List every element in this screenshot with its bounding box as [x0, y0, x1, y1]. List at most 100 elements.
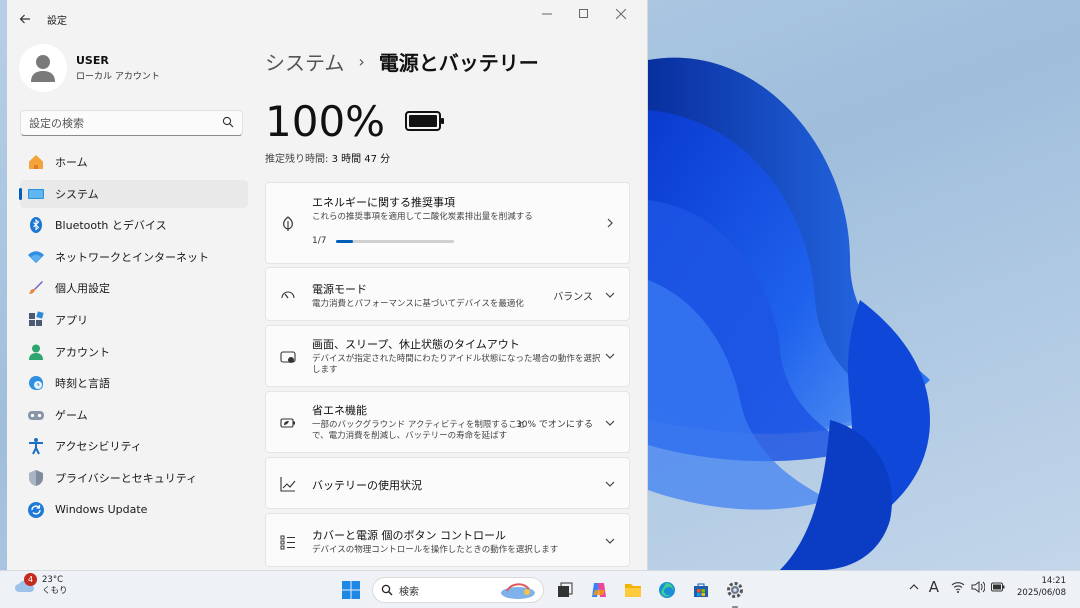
chevron-down-icon [605, 481, 615, 487]
maximize-icon [578, 9, 588, 18]
battery-usage-card[interactable]: バッテリーの使用状況 [265, 457, 630, 509]
chevron-down-icon [605, 292, 615, 298]
minimize-button[interactable] [528, 4, 565, 24]
taskbar-search-placeholder: 検索 [399, 586, 419, 598]
sidebar-item-label: Windows Update [55, 503, 148, 517]
app-title: 設定 [47, 15, 67, 27]
bluetooth-icon [30, 217, 42, 234]
card-description: デバイスの物理コントロールを操作したときの動作を選択します [312, 545, 559, 555]
volume-button[interactable] [971, 581, 985, 594]
store-button[interactable] [686, 575, 716, 605]
energy-saver-card[interactable]: 省エネ機能 一部のバックグラウンド アクティビティを制限することで、電力消費を削… [265, 391, 630, 453]
minimize-icon [541, 13, 552, 15]
back-arrow-icon [19, 14, 30, 24]
progress-fill [336, 239, 353, 243]
settings-window: 設定 USER ローカル アカウント ホーム [7, 0, 648, 570]
sidebar-item-personalization[interactable]: 個人用設定 [20, 274, 248, 302]
chart-line-icon [280, 477, 296, 492]
sidebar-item-privacy-security[interactable]: プライバシーとセキュリティ [20, 464, 248, 492]
sidebar-item-apps[interactable]: アプリ [20, 306, 248, 334]
sidebar-item-system[interactable]: システム [19, 179, 248, 208]
clock-date: 2025/06/08 [1017, 588, 1066, 599]
sidebar-item-accessibility[interactable]: アクセシビリティ [20, 432, 248, 460]
remaining-value: 3 時間 47 分 [331, 154, 391, 165]
settings-search-input[interactable] [21, 111, 211, 135]
breadcrumb-separator: › [358, 51, 365, 71]
energy-recommendations-card[interactable]: エネルギーに関する推奨事項 これらの推奨事項を適用して二酸化炭素排出量を削減する… [265, 182, 630, 264]
back-button[interactable] [7, 0, 43, 38]
user-account-type: ローカル アカウント [76, 72, 160, 82]
card-title: 電源モード [312, 283, 367, 296]
gear-icon [727, 582, 743, 598]
task-view-button[interactable] [550, 575, 580, 605]
screen-sleep-timeout-card[interactable]: 画面、スリープ、休止状態のタイムアウト デバイスが指定された時間にわたりアイドル… [265, 325, 630, 387]
edge-browser-button[interactable] [652, 575, 682, 605]
sidebar-item-label: アプリ [55, 313, 88, 327]
sidebar-item-gaming[interactable]: ゲーム [20, 401, 248, 429]
sidebar-item-network[interactable]: ネットワークとインターネット [20, 243, 248, 271]
chevron-down-icon [605, 420, 615, 426]
start-button[interactable] [336, 575, 366, 605]
window-controls [528, 4, 639, 24]
battery-status-button[interactable] [991, 582, 1005, 592]
energy-saver-threshold-dropdown[interactable]: 30% でオンにする [516, 417, 593, 430]
taskbar-search[interactable]: 検索 [372, 577, 544, 603]
copilot-button[interactable] [584, 575, 614, 605]
user-icon [31, 55, 55, 82]
nav-list: ホーム システム Bluetooth とデバイス ネットワークとインターネット … [7, 148, 255, 524]
breadcrumb-parent[interactable]: システム [265, 47, 344, 76]
clock[interactable]: 14:21 2025/06/08 [1017, 575, 1066, 600]
windows-logo-icon [342, 581, 360, 599]
close-button[interactable] [602, 4, 639, 24]
card-title: 画面、スリープ、休止状態のタイムアウト [312, 338, 520, 351]
remaining-time: 推定残り時間: 3 時間 47 分 [265, 150, 630, 165]
close-icon [615, 9, 626, 19]
card-description: 電力消費とパフォーマンスに基づいてデバイスを最適化 [312, 299, 524, 309]
sidebar-item-home[interactable]: ホーム [20, 148, 248, 176]
sidebar-item-label: アカウント [55, 345, 110, 359]
user-profile[interactable]: USER ローカル アカウント [7, 38, 255, 98]
card-description: デバイスが指定された時間にわたりアイドル状態になった場合の動作を選択します [312, 354, 601, 376]
weather-condition: くもり [42, 586, 68, 597]
maximize-button[interactable] [565, 4, 602, 24]
ime-indicator[interactable]: A [929, 578, 939, 596]
taskbar: 4 23°C くもり 検索 A 14:21 2025/06/08 [0, 570, 1080, 608]
sidebar-item-bluetooth[interactable]: Bluetooth とデバイス [20, 211, 248, 239]
system-icon [28, 188, 44, 199]
power-mode-card[interactable]: 電源モード 電力消費とパフォーマンスに基づいてデバイスを最適化 バランス [265, 267, 630, 321]
weather-widget[interactable]: 4 23°C くもり [14, 573, 68, 597]
brush-icon [29, 281, 43, 295]
card-description: これらの推奨事項を適用して二酸化炭素排出量を削減する [312, 212, 533, 222]
sidebar-item-time-language[interactable]: 時刻と言語 [20, 369, 248, 397]
sidebar-item-accounts[interactable]: アカウント [20, 338, 248, 366]
settings-app-button[interactable] [720, 575, 750, 608]
update-icon [28, 501, 44, 518]
folder-icon [625, 584, 641, 597]
power-mode-dropdown[interactable]: バランス [553, 288, 593, 303]
main-content: システム › 電源とバッテリー 100% 推定残り時間: 3 時間 47 分 エ… [265, 38, 630, 570]
file-explorer-button[interactable] [618, 575, 648, 605]
show-hidden-icons-button[interactable] [909, 582, 919, 592]
sidebar-item-label: ネットワークとインターネット [55, 250, 209, 264]
battery-saver-icon [280, 418, 295, 428]
sidebar-item-windows-update[interactable]: Windows Update [20, 496, 248, 524]
battery-percent: 100% [265, 96, 386, 146]
sidebar-item-label: アクセシビリティ [55, 440, 142, 454]
progress-label: 1/7 [312, 236, 327, 247]
chevron-right-icon [607, 218, 613, 228]
card-title: バッテリーの使用状況 [312, 479, 422, 492]
sidebar-item-label: 時刻と言語 [55, 377, 110, 391]
leaf-icon [283, 216, 293, 231]
lid-power-button-card[interactable]: カバーと電源 個のボタン コントロール デバイスの物理コントロールを操作したとき… [265, 513, 630, 567]
sidebar-item-label: プライバシーとセキュリティ [55, 471, 198, 485]
chevron-up-icon [909, 584, 919, 590]
accessibility-icon [29, 438, 43, 455]
account-icon [29, 344, 43, 360]
network-status-button[interactable] [951, 581, 965, 594]
remaining-label: 推定残り時間: [265, 154, 329, 165]
sidebar-item-label: ホーム [55, 156, 88, 169]
search-icon[interactable] [222, 116, 234, 128]
card-title: カバーと電源 個のボタン コントロール [312, 529, 506, 542]
sidebar-item-label: ゲーム [55, 408, 88, 422]
clock-time: 14:21 [1041, 576, 1067, 586]
